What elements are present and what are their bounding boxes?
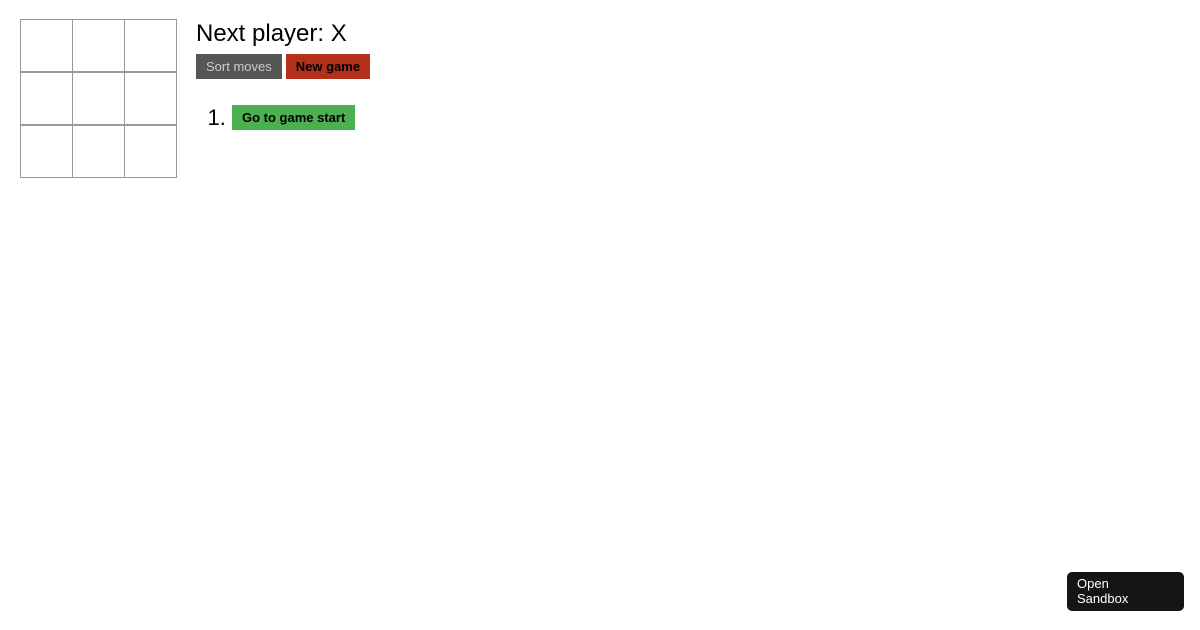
board-square-5[interactable] [124,72,177,125]
moves-list: Go to game start [196,103,1200,133]
game-status: Next player: X [196,20,347,47]
game-board [20,19,177,179]
list-item: Go to game start [232,103,1200,133]
board-row [20,19,177,73]
open-sandbox-badge[interactable]: Open Sandbox [1067,572,1184,611]
open-sandbox-line-2: Sandbox [1077,591,1129,606]
open-sandbox-line-1: Open [1077,576,1109,591]
game-container: Next player: X Sort moves New game Go to… [0,0,1200,179]
go-to-move-button[interactable]: Go to game start [232,104,356,130]
board-square-7[interactable] [72,125,125,178]
board-square-1[interactable] [72,19,125,72]
board-row [20,72,177,126]
game-info-panel: Next player: X Sort moves New game Go to… [196,20,1200,137]
board-square-3[interactable] [20,72,73,125]
board-square-6[interactable] [20,125,73,178]
controls-row: Sort moves New game [196,54,1200,79]
board-square-4[interactable] [72,72,125,125]
board-square-0[interactable] [20,19,73,72]
new-game-button[interactable]: New game [285,54,371,79]
board-square-8[interactable] [124,125,177,178]
board-square-2[interactable] [124,19,177,72]
board-row [20,125,177,179]
sort-moves-button[interactable]: Sort moves [196,54,282,79]
